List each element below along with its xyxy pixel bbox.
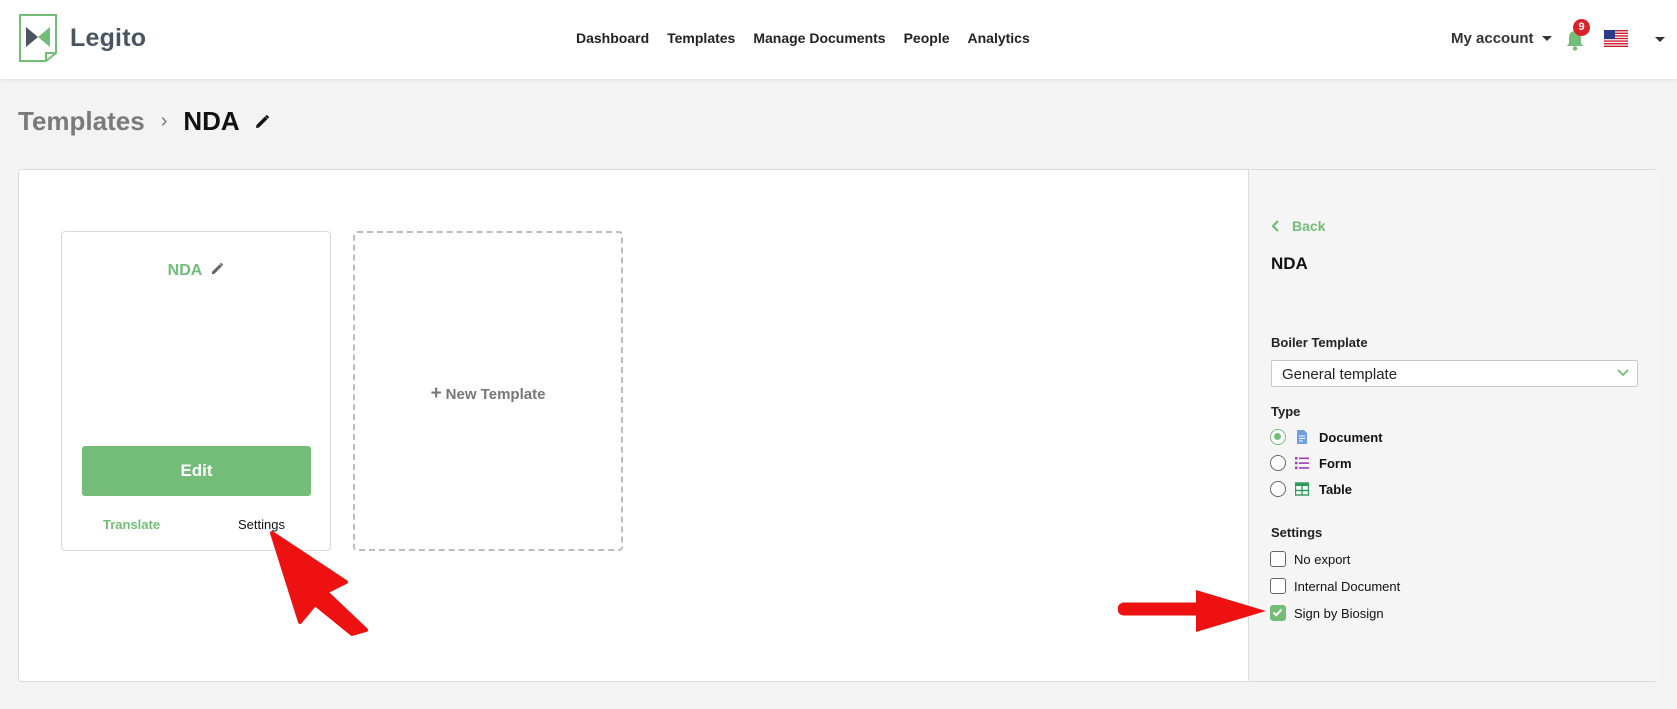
breadcrumb-separator: › — [160, 110, 168, 132]
new-template-label: + New Template — [355, 383, 621, 405]
nav-manage-documents[interactable]: Manage Documents — [753, 30, 885, 46]
type-option-document[interactable]: Document — [1270, 429, 1383, 445]
panel-title: NDA — [1271, 254, 1308, 273]
language-dropdown-icon[interactable] — [1655, 37, 1665, 42]
type-radio-form[interactable] — [1270, 455, 1286, 471]
chevron-down-icon — [1617, 369, 1629, 377]
list-icon — [1295, 457, 1309, 470]
document-icon — [1297, 430, 1307, 444]
type-label-table: Table — [1319, 481, 1352, 497]
table-icon — [1295, 482, 1309, 496]
legito-logo[interactable]: Legito — [18, 13, 146, 63]
sign-by-biosign-checkbox[interactable] — [1270, 605, 1286, 621]
type-option-table[interactable]: Table — [1270, 481, 1352, 497]
settings-section-label: Settings — [1271, 525, 1323, 540]
account-menu[interactable]: My account — [1451, 30, 1552, 47]
nav-analytics[interactable]: Analytics — [968, 30, 1030, 46]
setting-internal-document[interactable]: Internal Document — [1270, 578, 1400, 594]
sign-by-biosign-label: Sign by Biosign — [1294, 605, 1384, 621]
check-icon — [1272, 608, 1283, 617]
no-export-label: No export — [1294, 551, 1351, 567]
setting-sign-by-biosign[interactable]: Sign by Biosign — [1270, 605, 1384, 621]
template-name: NDA — [167, 262, 203, 279]
plus-icon: + — [430, 383, 442, 404]
chevron-left-icon — [1271, 220, 1279, 232]
app-name: Legito — [70, 23, 147, 52]
template-card-title: NDA — [62, 262, 330, 280]
notification-badge: 9 — [1573, 19, 1590, 36]
type-radio-table[interactable] — [1270, 481, 1286, 497]
type-label-form: Form — [1319, 455, 1352, 471]
new-template-text: New Template — [445, 386, 546, 403]
type-label-document: Document — [1319, 429, 1383, 445]
no-export-checkbox[interactable] — [1270, 551, 1286, 567]
type-option-form[interactable]: Form — [1270, 455, 1352, 471]
template-card: NDA Edit Translate Settings — [61, 231, 331, 551]
template-workspace: NDA Edit Translate Settings + New Templat… — [18, 169, 1658, 682]
boiler-template-select[interactable]: General template — [1271, 360, 1638, 387]
top-navigation-bar: Legito Dashboard Templates Manage Docume… — [0, 0, 1677, 79]
boiler-template-label: Boiler Template — [1271, 335, 1368, 350]
account-label: My account — [1451, 30, 1534, 47]
legito-logo-icon — [19, 14, 57, 62]
internal-document-checkbox[interactable] — [1270, 578, 1286, 594]
breadcrumb-templates[interactable]: Templates — [18, 106, 145, 137]
pencil-icon[interactable] — [210, 262, 224, 276]
internal-document-label: Internal Document — [1294, 578, 1401, 594]
new-template-button[interactable]: + New Template — [353, 231, 623, 551]
pencil-icon[interactable] — [254, 114, 270, 130]
back-button[interactable]: Back — [1271, 218, 1325, 234]
translate-link[interactable]: Translate — [103, 517, 160, 532]
template-settings-panel: Back NDA Boiler Template General templat… — [1248, 170, 1658, 681]
boiler-template-value: General template — [1282, 366, 1398, 383]
chevron-down-icon — [1541, 36, 1552, 41]
settings-link[interactable]: Settings — [238, 517, 285, 532]
type-radio-document[interactable] — [1270, 429, 1286, 445]
setting-no-export[interactable]: No export — [1270, 551, 1350, 567]
nav-people[interactable]: People — [904, 30, 950, 46]
nav-templates[interactable]: Templates — [667, 30, 735, 46]
edit-button[interactable]: Edit — [82, 446, 311, 496]
main-nav: Dashboard Templates Manage Documents Peo… — [576, 30, 1030, 46]
type-label: Type — [1271, 404, 1301, 419]
breadcrumb: Templates › NDA — [18, 106, 270, 137]
back-label: Back — [1292, 218, 1326, 234]
nav-dashboard[interactable]: Dashboard — [576, 30, 649, 46]
page-title: NDA — [183, 106, 240, 136]
us-flag-icon[interactable] — [1604, 30, 1628, 47]
